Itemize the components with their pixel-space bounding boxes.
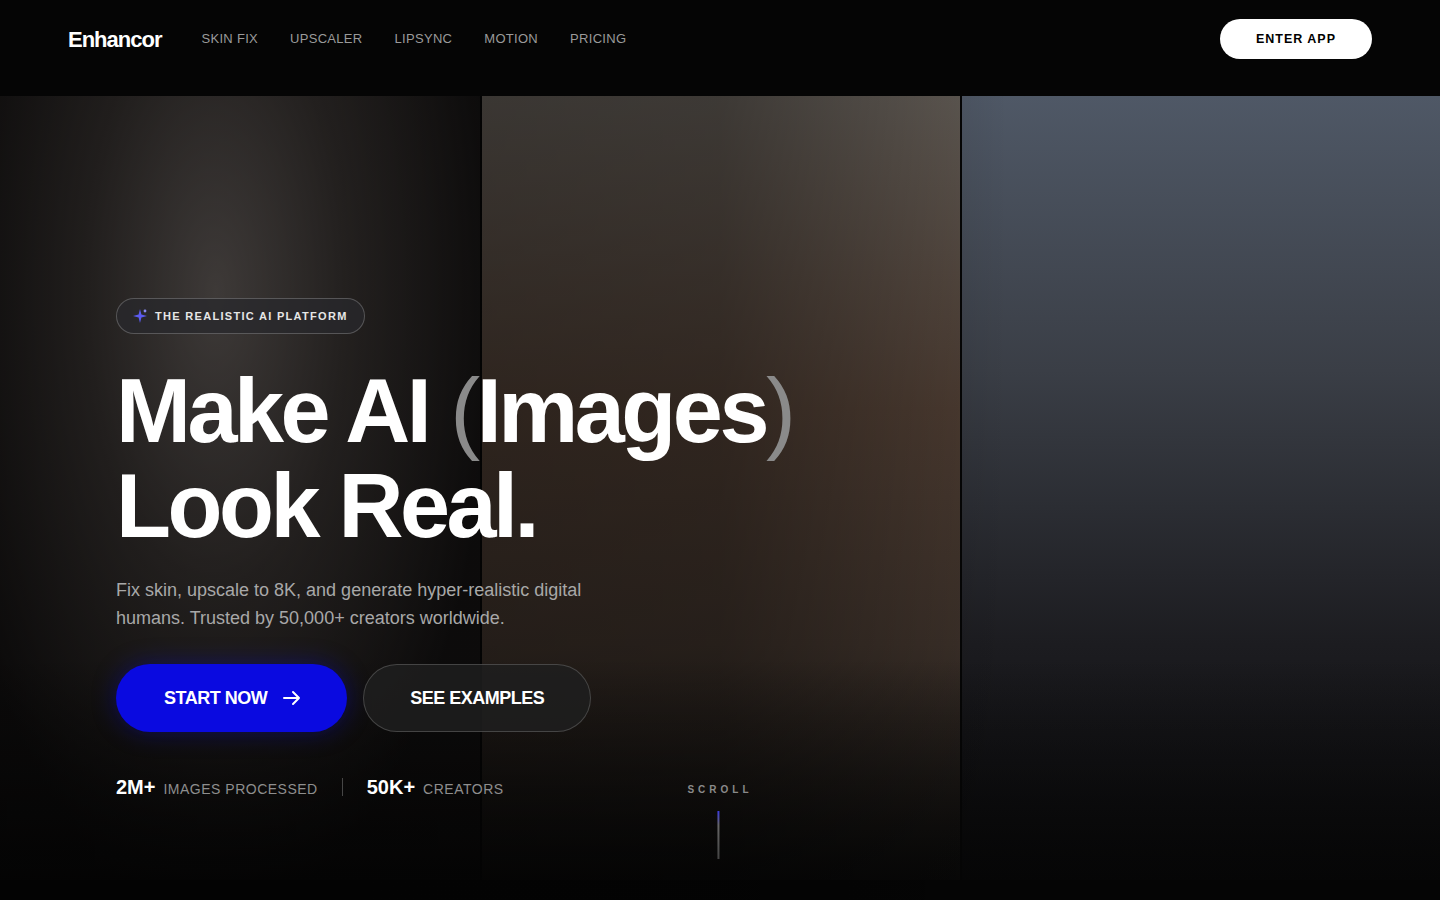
headline-word: Images bbox=[477, 361, 766, 461]
scroll-text: SCROLL bbox=[683, 782, 752, 797]
button-label: SEE EXAMPLES bbox=[410, 685, 544, 712]
badge-text: THE REALISTIC AI PLATFORM bbox=[155, 308, 348, 325]
stat-value: 50K+ bbox=[367, 772, 415, 802]
stat-divider bbox=[342, 778, 343, 796]
button-label: START NOW bbox=[164, 685, 267, 712]
stat-value: 2M+ bbox=[116, 772, 155, 802]
top-navbar: Enhancor SKIN FIX UPSCALER LIPSYNC MOTION PRI… bbox=[0, 0, 1440, 96]
headline-line: Look Real. bbox=[116, 459, 1440, 554]
headline-paren: ( bbox=[450, 361, 476, 461]
nav-link-item[interactable]: SKIN FIX bbox=[201, 29, 258, 49]
stat-label: IMAGES PROCESSED bbox=[163, 779, 317, 800]
headline-line: Make AI(Images) bbox=[116, 364, 1440, 459]
sparkle-icon bbox=[133, 309, 147, 323]
hero-subtitle: Fix skin, upscale to 8K, and generate hy… bbox=[116, 576, 596, 632]
stat-item: 2M+ IMAGES PROCESSED bbox=[116, 772, 318, 802]
headline-text: Make AI bbox=[116, 361, 428, 461]
headline-paren: ) bbox=[766, 361, 792, 461]
headline-text: Look Real. bbox=[116, 456, 536, 556]
see-examples-button[interactable]: SEE EXAMPLES bbox=[363, 664, 591, 732]
platform-badge: THE REALISTIC AI PLATFORM bbox=[116, 298, 365, 334]
nav-link-item[interactable]: LIPSYNC bbox=[395, 29, 453, 49]
hero-section: THE REALISTIC AI PLATFORM Make AI(Images)… bbox=[0, 96, 1440, 900]
start-now-button[interactable]: START NOW bbox=[116, 664, 347, 732]
nav-link-item[interactable]: UPSCALER bbox=[290, 29, 362, 49]
hero-stats: 2M+ IMAGES PROCESSED 50K+ CREATORS bbox=[116, 772, 1440, 802]
nav-link-item[interactable]: PRICING bbox=[570, 29, 626, 49]
nav-link-item[interactable]: MOTION bbox=[484, 29, 538, 49]
hero-buttons: START NOW SEE EXAMPLES bbox=[116, 664, 1440, 732]
scroll-indicator[interactable]: SCROLL bbox=[683, 782, 752, 859]
hero-content: THE REALISTIC AI PLATFORM Make AI(Images)… bbox=[0, 96, 1440, 802]
arrow-right-icon bbox=[283, 690, 301, 706]
enter-app-button[interactable]: ENTER APP bbox=[1220, 19, 1372, 59]
main-nav: SKIN FIX UPSCALER LIPSYNC MOTION PRICING bbox=[201, 29, 626, 49]
stat-label: CREATORS bbox=[423, 779, 504, 800]
brand-logo[interactable]: Enhancor bbox=[68, 23, 161, 56]
scroll-line bbox=[717, 811, 719, 859]
stat-item: 50K+ CREATORS bbox=[367, 772, 504, 802]
hero-headline: Make AI(Images)Look Real. bbox=[116, 364, 1440, 554]
